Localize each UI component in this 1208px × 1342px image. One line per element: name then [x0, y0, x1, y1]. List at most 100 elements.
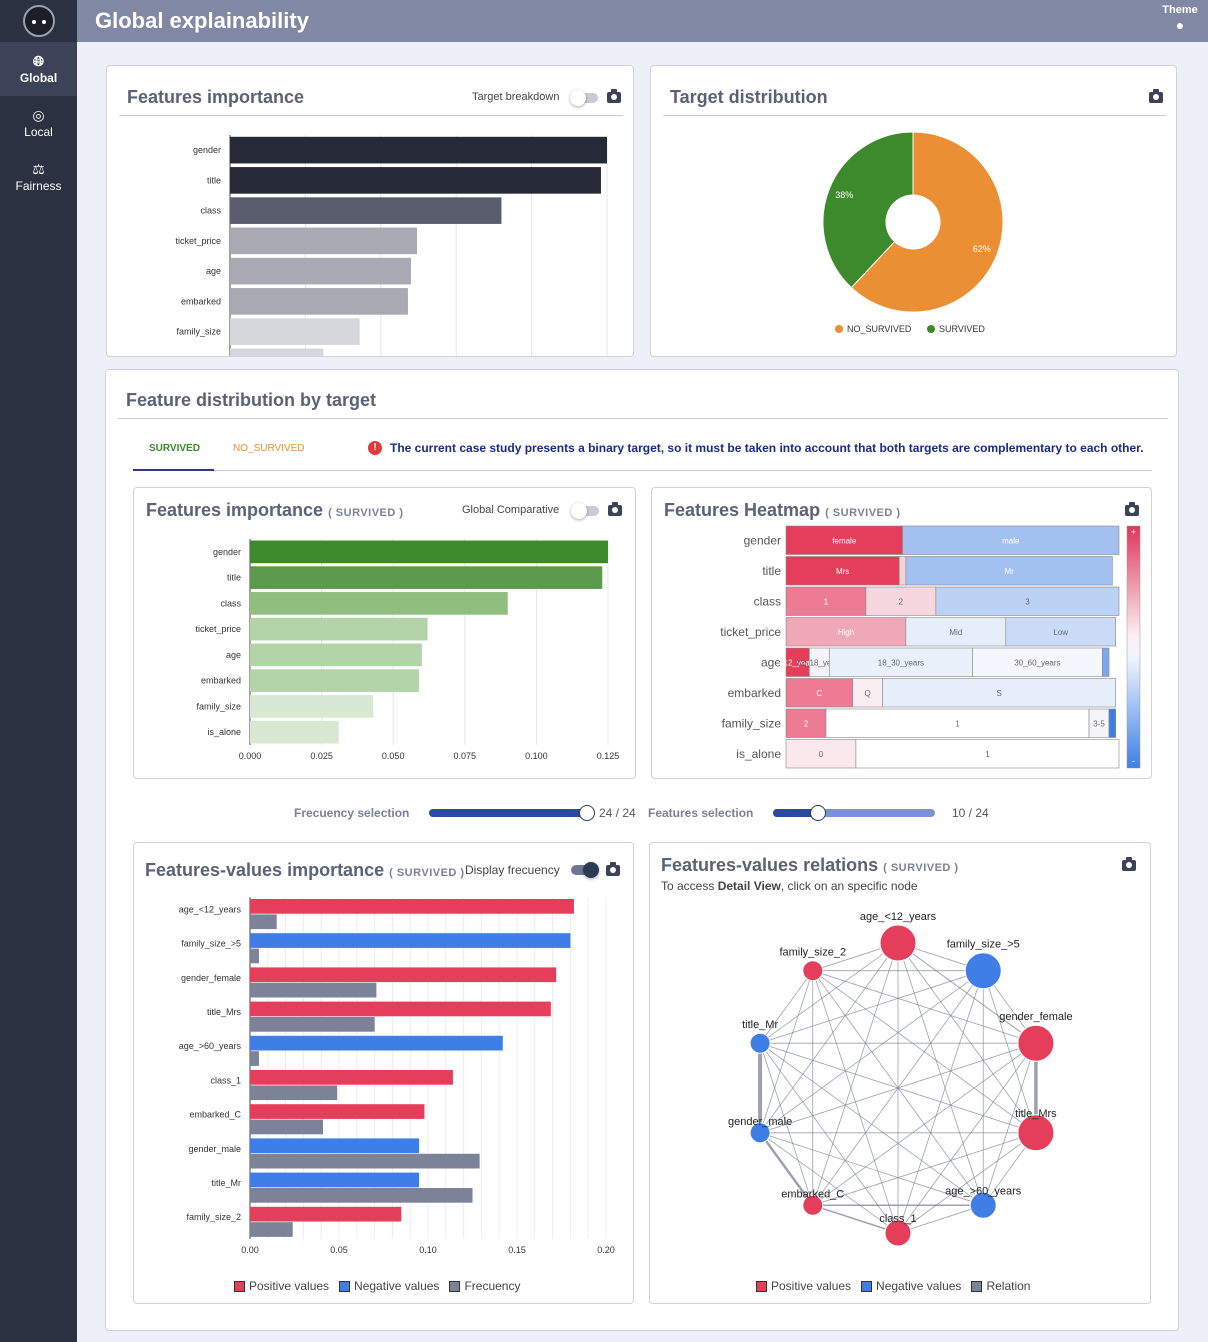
x-tick-label: 0.000 — [239, 751, 262, 761]
frequency-bar-class_1 — [250, 1085, 338, 1101]
tab-survived[interactable]: SURVIVED — [149, 443, 200, 454]
importance-bar-age_>60_years — [250, 1035, 503, 1051]
frequency-bar-family_size_>5 — [250, 948, 259, 964]
heatmap-row-label: title — [762, 564, 781, 578]
heatmap-cell-label: 2 — [804, 719, 809, 728]
node-age_<12_years[interactable] — [879, 924, 917, 962]
colorbar-max-label: + — [1131, 527, 1136, 537]
legend-positive: Positive values — [771, 1279, 852, 1293]
relation-edge — [759, 970, 814, 1044]
node-label: embarked_C — [781, 1188, 844, 1200]
legend-label: SURVIVED — [939, 324, 985, 334]
binary-target-notice: ! The current case study presents a bina… — [368, 441, 1144, 455]
relation-edge — [812, 970, 1037, 1134]
camera-icon[interactable] — [608, 502, 622, 516]
legend-negative: Negative values — [876, 1279, 962, 1293]
heatmap-cell-label: High — [838, 628, 854, 637]
chart-legend: Positive values Negative values Frecuenc… — [224, 1279, 520, 1293]
chart-legend: Positive values Negative values Relation — [746, 1279, 1030, 1293]
features-slider-handle[interactable] — [810, 805, 827, 821]
bar-gender — [230, 136, 607, 164]
palette-icon: ● — [1175, 17, 1185, 33]
heatmap-cell-label: 1 — [985, 750, 990, 759]
global-comparative-toggle[interactable] — [571, 503, 599, 519]
features-values-importance-card: Features-values importance ( SURVIVED ) … — [133, 842, 634, 1304]
node-title_Mr[interactable] — [749, 1032, 771, 1054]
y-tick-label: gender_female — [181, 973, 241, 983]
sidebar-item-global[interactable]: 🌐︎ Global — [0, 42, 77, 96]
importance-bar-embarked_C — [250, 1104, 425, 1119]
heatmap-cell-label: 2 — [899, 597, 904, 606]
tab-no-survived[interactable]: NO_SURVIVED — [233, 443, 305, 454]
relation-edge — [812, 970, 1037, 1044]
frequency-bar-age_<12_years — [250, 914, 277, 930]
camera-icon[interactable] — [606, 862, 620, 876]
y-tick-label: class_1 — [210, 1075, 241, 1085]
node-label: class_1 — [879, 1213, 916, 1225]
logo-icon — [22, 5, 55, 37]
bar-is_alone — [250, 720, 339, 744]
bar-title — [250, 566, 603, 589]
bar-gender — [250, 540, 608, 564]
app-logo[interactable] — [0, 0, 77, 42]
node-title_Mrs[interactable] — [1017, 1114, 1055, 1152]
sidebar-item-fairness[interactable]: ⚖ Fairness — [0, 150, 77, 204]
display-frequency-toggle[interactable] — [571, 862, 599, 878]
sidebar: 🌐︎ Global ◎ Local ⚖ Fairness — [0, 0, 77, 1342]
legend-marker — [835, 325, 843, 333]
negative-swatch — [861, 1280, 873, 1292]
bar-embarked — [230, 288, 408, 315]
alert-icon: ! — [368, 441, 382, 455]
target-distribution-chart: 62% 38% NO_SURVIVED SURVIVED — [822, 131, 1004, 334]
card-title: Target distribution — [670, 87, 828, 107]
frequency-slider-track[interactable] — [429, 809, 587, 817]
y-tick-label: ticket_price — [175, 236, 221, 246]
sidebar-item-label: Local — [24, 125, 53, 139]
features-importance-card: Features importance Target breakdown 0.0… — [106, 65, 634, 357]
sidebar-item-label: Fairness — [15, 179, 62, 193]
page-title: Global explainability — [95, 8, 309, 33]
pie-value-label: 62% — [973, 244, 991, 254]
node-family_size_2[interactable] — [802, 960, 824, 982]
theme-button[interactable]: Theme ● — [1160, 4, 1200, 33]
heatmap-row-label: embarked — [728, 686, 781, 700]
frequency-bar-gender_female — [250, 982, 377, 998]
camera-icon[interactable] — [1125, 502, 1139, 516]
globe-icon: 🌐︎ — [32, 53, 45, 69]
camera-icon[interactable] — [1122, 857, 1136, 871]
camera-icon[interactable] — [1149, 89, 1163, 103]
importance-bar-title_Mr — [250, 1172, 420, 1188]
heatmap-row-label: ticket_price — [720, 625, 781, 639]
node-family_size_>5[interactable] — [964, 952, 1002, 990]
y-tick-label: family_size — [196, 701, 241, 711]
frequency-slider-handle[interactable] — [579, 805, 595, 821]
bar-class — [230, 197, 502, 224]
y-tick-label: gender_male — [188, 1144, 241, 1154]
camera-icon[interactable] — [607, 89, 621, 103]
node-label: age_>60_years — [945, 1185, 1022, 1197]
heatmap-cell-label: C — [816, 689, 822, 698]
features-values-network[interactable]: age_<12_years family_size_>5 gender_female… — [650, 903, 1150, 1273]
card-title: Features Heatmap ( SURVIVED ) — [664, 500, 901, 521]
y-tick-label: gender — [193, 145, 221, 155]
card-title: Feature distribution by target — [126, 390, 377, 410]
legend-marker — [927, 325, 935, 333]
frequency-selection-value: 24 / 24 — [599, 806, 636, 820]
bar-ticket_price — [230, 227, 417, 255]
x-tick-label: 0.025 — [310, 751, 333, 761]
legend-label: NO_SURVIVED — [847, 324, 912, 334]
bar-ticket_price — [250, 617, 428, 641]
node-label: gender_female — [999, 1011, 1072, 1023]
frequency-bar-family_size_2 — [250, 1222, 293, 1237]
node-gender_female[interactable] — [1017, 1024, 1055, 1062]
target-breakdown-toggle[interactable] — [570, 90, 598, 106]
relation-edge — [759, 1132, 899, 1234]
frequency-bar-gender_male — [250, 1153, 480, 1169]
y-tick-label: title_Mrs — [207, 1007, 242, 1017]
heatmap-cell-label: Low — [1053, 628, 1068, 637]
card-title: Features-values relations ( SURVIVED ) — [661, 855, 959, 876]
relation-swatch — [971, 1280, 983, 1292]
sidebar-item-local[interactable]: ◎ Local — [0, 96, 77, 150]
y-tick-label: embarked_C — [189, 1110, 241, 1120]
y-tick-label: age_>60_years — [179, 1041, 242, 1051]
